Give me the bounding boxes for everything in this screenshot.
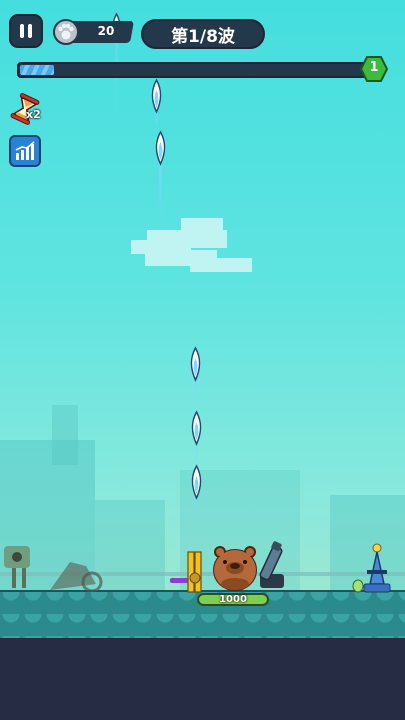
projectile [191,464,202,516]
stats-button[interactable] [9,135,41,167]
projectile [191,410,202,462]
wave-indicator: 第1/8波 [141,19,265,49]
bar-chart-icon [15,141,35,160]
projectile [190,346,201,408]
wave-progress-bar [17,62,367,78]
bottom-panel [0,638,405,720]
paw-coin-icon [53,19,79,45]
projectile [155,130,166,222]
cannon-turret [259,541,284,588]
coin-count: 20 [97,24,115,38]
yellow-turret [170,551,202,593]
wave-progress-fill [20,65,54,75]
level-number: 1 [369,60,379,75]
projectile [151,78,162,130]
player-hp-value: 1000 [219,594,247,605]
pause-icon-bar [28,24,32,38]
robot-scrap-left [4,546,103,592]
pause-icon [20,24,24,38]
tesla-tower [352,543,391,593]
pause-button[interactable] [9,14,43,48]
game-stage: 1000 20 第1/8波 1 x2 [0,0,405,720]
speed-multiplier: x2 [26,108,41,121]
